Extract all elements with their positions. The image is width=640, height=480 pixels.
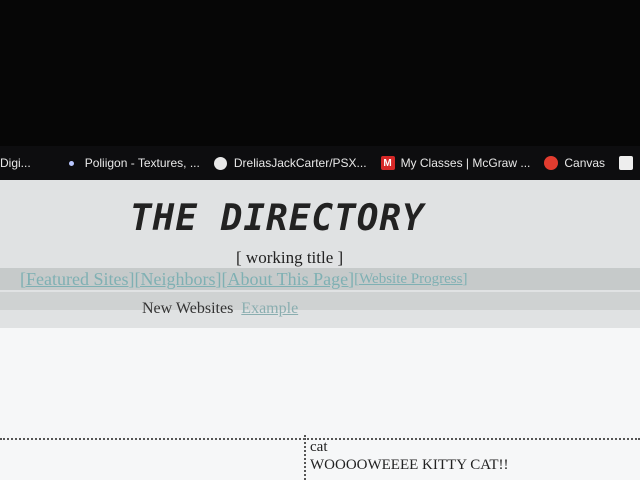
github-icon	[214, 156, 228, 170]
mcgraw-icon: M	[380, 156, 395, 170]
site-header: THE DIRECTORY [ working title ] [Feature…	[0, 180, 640, 328]
poliigon-icon	[65, 156, 79, 170]
sub-bar	[0, 292, 640, 310]
site-nav: [Featured Sites] [Neighbors] [About This…	[0, 268, 640, 290]
new-websites: New Websites Example	[142, 300, 298, 318]
nav-website-progress[interactable]: [Website Progress]	[354, 271, 467, 288]
bookmark-label: Poliigon - Textures, ...	[84, 156, 200, 170]
post-body: WOOOOWEEEE KITTY CAT!!	[310, 457, 509, 473]
new-websites-label: New Websites	[142, 300, 234, 317]
bookmark-mcgraw[interactable]: M My Classes | McGraw ...	[380, 156, 531, 170]
bookmark-digi[interactable]: Digi...	[0, 156, 31, 170]
bookmark-label: DreliasJackCarter/PSX...	[233, 156, 367, 170]
square-icon	[619, 156, 634, 170]
bookmark-label: My Classes | McGraw ...	[400, 156, 531, 170]
bookmark-label: Digi...	[0, 156, 31, 170]
bookmarks-bar: Digi... Poliigon - Textures, ... Drelias…	[0, 146, 640, 180]
page-content: THE DIRECTORY [ working title ] [Feature…	[0, 180, 640, 480]
nav-about[interactable]: [About This Page]	[221, 269, 354, 290]
nav-featured-sites[interactable]: [Featured Sites]	[20, 269, 134, 290]
canvas-icon	[544, 156, 559, 170]
post-entry: cat WOOOOWEEEE KITTY CAT!!	[310, 438, 509, 474]
bookmark-label: Canvas	[564, 156, 606, 170]
bookmark-extra[interactable]	[619, 156, 639, 170]
bookmark-github[interactable]: DreliasJackCarter/PSX...	[214, 156, 367, 170]
page-subtitle: [ working title ]	[236, 248, 344, 267]
post-title: cat	[310, 439, 328, 455]
column-divider	[304, 435, 306, 480]
example-link[interactable]: Example	[241, 300, 298, 317]
nav-neighbors[interactable]: [Neighbors]	[134, 269, 221, 290]
bookmark-canvas[interactable]: Canvas	[544, 156, 605, 170]
page-title: THE DIRECTORY	[130, 198, 425, 239]
bookmark-poliigon[interactable]: Poliigon - Textures, ...	[65, 156, 200, 170]
